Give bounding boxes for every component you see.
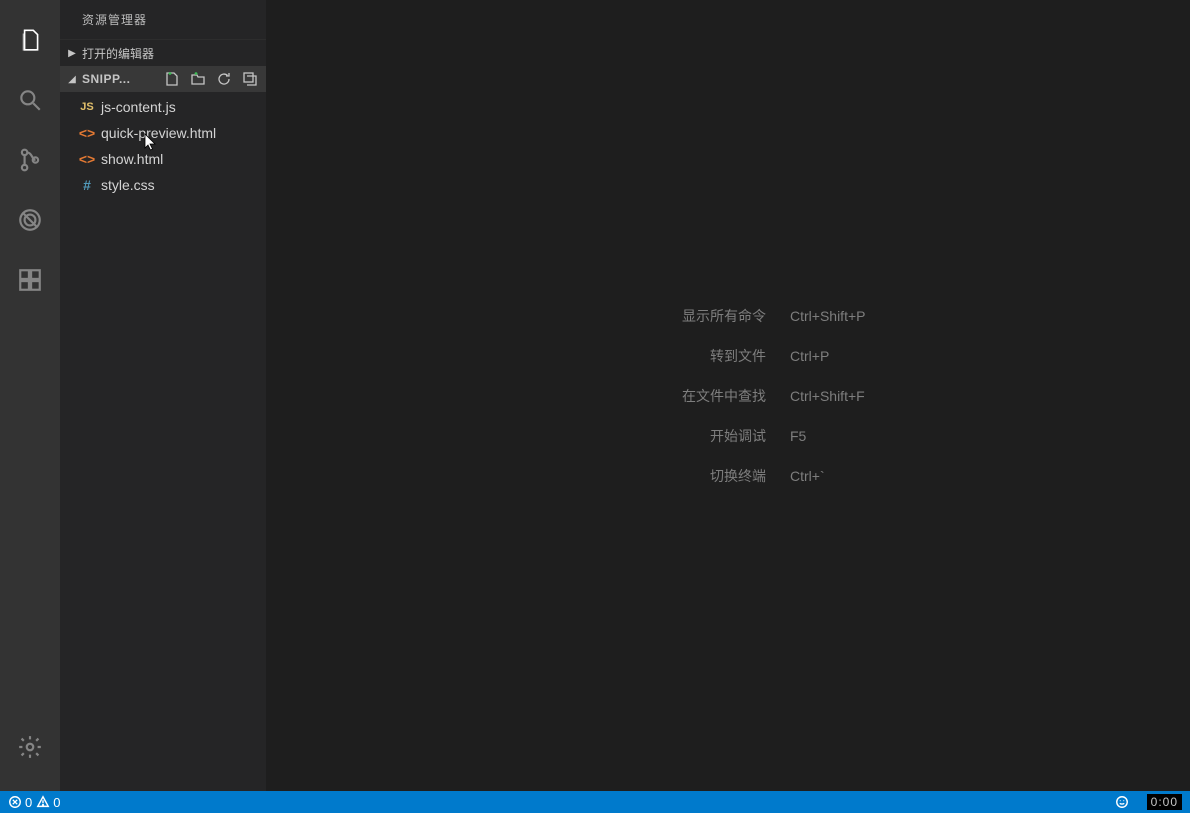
warnings-count: 0 [53, 795, 60, 810]
collapse-all-icon[interactable] [242, 71, 258, 87]
hint-key: Ctrl+Shift+F [790, 388, 950, 404]
open-editors-section[interactable]: ▶ 打开的编辑器 [60, 40, 266, 66]
hint-key: Ctrl+` [790, 468, 950, 484]
folder-action-icons [164, 71, 266, 87]
status-bar: 0 0 0:00 [0, 791, 1190, 813]
hint-row: 开始调试 F5 [506, 426, 950, 446]
gear-icon[interactable] [0, 717, 60, 777]
debug-icon[interactable] [0, 190, 60, 250]
refresh-icon[interactable] [216, 71, 232, 87]
html-file-icon: <> [78, 150, 96, 168]
hint-label: 开始调试 [506, 426, 766, 446]
errors-count: 0 [25, 795, 32, 810]
file-row[interactable]: <> show.html [60, 146, 266, 172]
scm-icon[interactable] [0, 130, 60, 190]
activity-bottom-icons [0, 717, 60, 791]
main-layout: 资源管理器 ▶ 打开的编辑器 ◢ SNIPP... [0, 0, 1190, 791]
file-row[interactable]: <> quick-preview.html [60, 120, 266, 146]
new-file-icon[interactable] [164, 71, 180, 87]
file-tree: JS js-content.js <> quick-preview.html <… [60, 92, 266, 198]
explorer-sidebar: 资源管理器 ▶ 打开的编辑器 ◢ SNIPP... [60, 0, 266, 791]
status-left-group: 0 0 [8, 795, 1115, 810]
hint-row: 在文件中查找 Ctrl+Shift+F [506, 386, 950, 406]
file-row[interactable]: JS js-content.js [60, 94, 266, 120]
hint-row: 切换终端 Ctrl+` [506, 466, 950, 486]
css-file-icon: # [78, 176, 96, 194]
hint-label: 在文件中查找 [506, 386, 766, 406]
search-icon[interactable] [0, 70, 60, 130]
folder-section-header[interactable]: ◢ SNIPP... [60, 66, 266, 92]
file-name-label: quick-preview.html [101, 125, 216, 141]
hint-key: F5 [790, 428, 950, 444]
folder-name-label: SNIPP... [82, 72, 164, 86]
hint-label: 显示所有命令 [506, 306, 766, 326]
errors-status[interactable]: 0 [8, 795, 32, 810]
js-file-icon: JS [78, 98, 96, 116]
hint-row: 显示所有命令 Ctrl+Shift+P [506, 306, 950, 326]
html-file-icon: <> [78, 124, 96, 142]
new-folder-icon[interactable] [190, 71, 206, 87]
hint-key: Ctrl+P [790, 348, 950, 364]
file-name-label: js-content.js [101, 99, 176, 115]
files-icon[interactable] [0, 10, 60, 70]
feedback-icon[interactable] [1115, 795, 1129, 809]
file-name-label: show.html [101, 151, 163, 167]
time-indicator[interactable]: 0:00 [1147, 794, 1182, 810]
status-right-group: 0:00 [1115, 794, 1182, 810]
editor-area: 显示所有命令 Ctrl+Shift+P 转到文件 Ctrl+P 在文件中查找 C… [266, 0, 1190, 791]
activity-bar [0, 0, 60, 791]
open-editors-label: 打开的编辑器 [82, 45, 154, 62]
hint-row: 转到文件 Ctrl+P [506, 346, 950, 366]
chevron-right-icon: ▶ [66, 48, 78, 59]
hint-label: 切换终端 [506, 466, 766, 486]
warnings-status[interactable]: 0 [36, 795, 60, 810]
file-name-label: style.css [101, 177, 155, 193]
welcome-hints: 显示所有命令 Ctrl+Shift+P 转到文件 Ctrl+P 在文件中查找 C… [506, 306, 950, 486]
hint-label: 转到文件 [506, 346, 766, 366]
hint-key: Ctrl+Shift+P [790, 308, 950, 324]
activity-top-icons [0, 10, 60, 717]
sidebar-title: 资源管理器 [60, 0, 266, 40]
chevron-down-icon: ◢ [66, 74, 78, 85]
file-row[interactable]: # style.css [60, 172, 266, 198]
extensions-icon[interactable] [0, 250, 60, 310]
